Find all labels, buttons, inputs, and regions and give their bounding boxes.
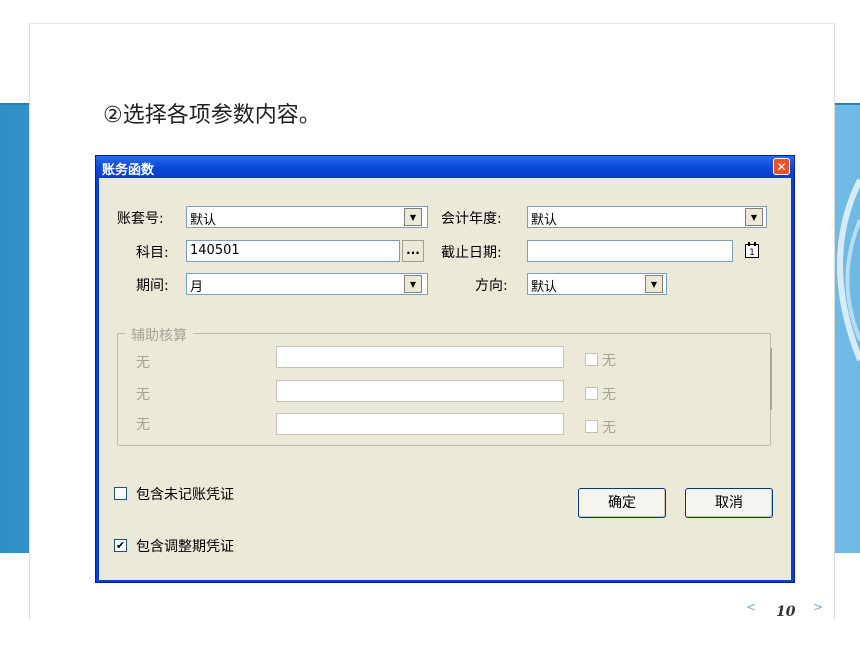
prev-slide-button[interactable]: <	[746, 600, 756, 614]
account-set-select[interactable]: 默认	[186, 206, 428, 228]
ok-button[interactable]: 确定	[578, 488, 666, 518]
svg-text:1: 1	[749, 248, 755, 258]
subject-label: 科目:	[136, 245, 169, 261]
check-icon: ✔	[115, 539, 126, 552]
calendar-button[interactable]: 1	[743, 241, 761, 261]
dialog-body: 账套号: 默认 ▼ 会计年度: 默认 ▼ 科目: 140501 ... 截止日期…	[99, 178, 791, 580]
chevron-down-icon: ▼	[409, 280, 417, 289]
dialog-titlebar[interactable]: 账务函数 ✕	[96, 156, 794, 178]
aux-row-check-label: 无	[602, 353, 616, 369]
subject-browse-button[interactable]: ...	[402, 240, 424, 262]
period-select[interactable]: 月	[186, 273, 428, 295]
account-set-dropdown-button[interactable]: ▼	[404, 208, 422, 226]
fiscal-year-dropdown-button[interactable]: ▼	[745, 208, 763, 226]
cutoff-date-label: 截止日期:	[441, 245, 502, 261]
aux-row-input[interactable]	[276, 380, 564, 402]
group-divider	[770, 348, 772, 410]
subject-input[interactable]: 140501	[186, 240, 400, 262]
chevron-down-icon: ▼	[409, 213, 417, 222]
cancel-button[interactable]: 取消	[685, 488, 773, 518]
aux-accounting-legend: 辅助核算	[125, 325, 193, 345]
calendar-icon: 1	[745, 242, 759, 258]
aux-row-checkbox[interactable]	[585, 353, 598, 366]
fiscal-year-select[interactable]: 默认	[527, 206, 767, 228]
period-dropdown-button[interactable]: ▼	[404, 275, 422, 293]
aux-row-label: 无	[136, 355, 150, 371]
aux-row-label: 无	[136, 417, 150, 433]
ellipsis-icon: ...	[406, 243, 420, 257]
direction-value: 默认	[531, 280, 558, 295]
subject-value: 140501	[190, 243, 240, 258]
aux-row-checkbox[interactable]	[585, 387, 598, 400]
include-adjusting-checkbox[interactable]: ✔	[114, 539, 127, 552]
aux-row-input[interactable]	[276, 346, 564, 368]
chevron-down-icon: ▼	[650, 280, 658, 289]
include-unposted-checkbox[interactable]	[114, 487, 127, 500]
page-number: 10	[776, 604, 796, 620]
direction-dropdown-button[interactable]: ▼	[645, 275, 663, 293]
close-icon: ✕	[776, 160, 787, 174]
aux-row-check-label: 无	[602, 420, 616, 436]
chevron-down-icon: ▼	[750, 213, 758, 222]
slide-title: ②选择各项参数内容。	[103, 103, 321, 128]
cutoff-date-input[interactable]	[527, 240, 733, 262]
include-unposted-label: 包含未记账凭证	[136, 487, 234, 503]
account-function-dialog: 账务函数 ✕ 账套号: 默认 ▼ 会计年度: 默认 ▼ 科目: 140501 .…	[95, 155, 795, 583]
next-slide-button[interactable]: >	[813, 600, 823, 614]
aux-row-check-label: 无	[602, 387, 616, 403]
fiscal-year-value: 默认	[531, 213, 558, 228]
direction-label: 方向:	[475, 278, 508, 294]
period-value: 月	[190, 280, 204, 295]
close-button[interactable]: ✕	[773, 158, 790, 175]
fiscal-year-label: 会计年度:	[441, 211, 502, 227]
period-label: 期间:	[136, 278, 169, 294]
dialog-title: 账务函数	[102, 163, 155, 178]
account-set-value: 默认	[190, 213, 217, 228]
aux-row-checkbox[interactable]	[585, 420, 598, 433]
include-adjusting-label: 包含调整期凭证	[136, 539, 234, 555]
aux-row-label: 无	[136, 387, 150, 403]
aux-row-input[interactable]	[276, 413, 564, 435]
account-set-label: 账套号:	[117, 211, 164, 227]
